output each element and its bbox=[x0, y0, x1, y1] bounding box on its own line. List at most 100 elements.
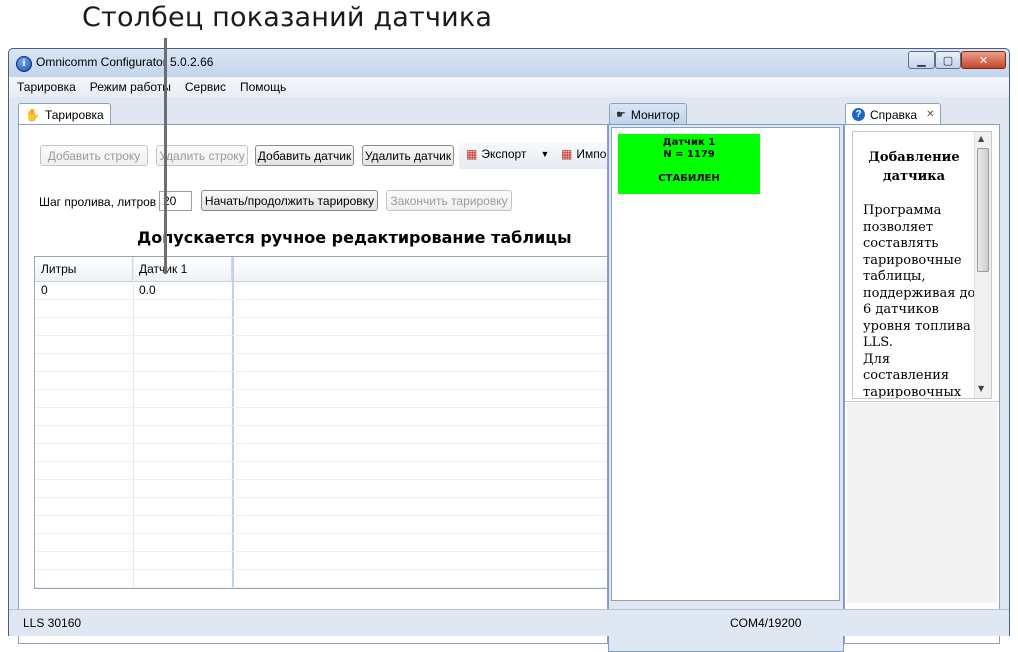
sensor-status-box[interactable]: Датчик 1 N = 1179 СТАБИЛЕН bbox=[618, 134, 760, 194]
calibration-table: Литры Датчик 1 0 0.0 bbox=[34, 256, 607, 589]
step-label: Шаг пролива, литров bbox=[39, 195, 157, 209]
help-line: поддерживая до bbox=[863, 285, 976, 301]
help-title-line-1: Добавление bbox=[868, 150, 960, 165]
table-row-empty bbox=[35, 353, 607, 372]
help-line: таблицы, bbox=[863, 269, 926, 284]
minimize-icon: ▁ bbox=[917, 53, 926, 67]
status-port: COM4/19200 bbox=[730, 616, 802, 630]
table-row-empty bbox=[35, 335, 607, 354]
calibration-panel: Добавить строку Удалить строку Добавить … bbox=[18, 124, 608, 644]
table-row-empty bbox=[35, 425, 607, 444]
help-line: уровня топлива bbox=[863, 318, 971, 334]
help-line: Программа bbox=[863, 203, 942, 218]
import-label: Импо bbox=[576, 147, 607, 161]
monitor-frame: Датчик 1 N = 1179 СТАБИЛЕН bbox=[608, 124, 844, 652]
menu-work-mode[interactable]: Режим работы bbox=[90, 80, 171, 94]
scroll-up-icon[interactable]: ▲ bbox=[978, 134, 984, 143]
close-tab-icon[interactable]: ✕ bbox=[926, 109, 934, 120]
table-row-empty bbox=[35, 443, 607, 462]
help-line: LLS. bbox=[863, 335, 893, 350]
calibration-tab-icon: ✋ bbox=[25, 107, 40, 122]
help-line: Для bbox=[863, 351, 891, 367]
start-calibration-button[interactable]: Начать/продолжить тарировку bbox=[201, 190, 378, 211]
status-device: LLS 30160 bbox=[23, 616, 82, 630]
scroll-thumb[interactable] bbox=[977, 148, 989, 272]
finish-calibration-button[interactable]: Закончить тарировку bbox=[386, 190, 512, 211]
column-header-liters[interactable]: Литры bbox=[35, 257, 133, 281]
help-line: тарировочных bbox=[863, 384, 962, 399]
table-row-empty bbox=[35, 569, 607, 588]
table-row-empty bbox=[35, 551, 607, 570]
sensor-value: N = 1179 bbox=[663, 149, 715, 160]
menu-bar: Тарировка Режим работы Сервис Помощь bbox=[9, 77, 1009, 97]
table-cell-sensor-1[interactable]: 0.0 bbox=[133, 281, 232, 299]
table-row-empty bbox=[35, 515, 607, 534]
help-scrollbar[interactable]: ▲ ▼ bbox=[974, 132, 991, 398]
table-row-empty bbox=[35, 371, 607, 390]
table-row-empty bbox=[35, 479, 607, 498]
app-icon: i bbox=[16, 56, 32, 72]
export-button[interactable]: ▦ Экспорт ▼ bbox=[466, 147, 549, 161]
title-bar[interactable]: i Omnicomm Configurator 5.0.2.66 ▁ ▢ ✕ bbox=[9, 49, 1009, 77]
annotation-pointer-line bbox=[164, 38, 167, 274]
menu-calibration[interactable]: Тарировка bbox=[17, 80, 76, 94]
help-tabstrip: ? Справка ✕ bbox=[845, 101, 1005, 125]
import-button[interactable]: ▦ Импо bbox=[561, 147, 606, 161]
help-body: Программа позволяет составлять тарировоч… bbox=[863, 203, 977, 399]
tab-help[interactable]: ? Справка ✕ bbox=[845, 103, 942, 125]
help-content: Добавление датчика Программа позволяет с… bbox=[852, 131, 992, 399]
tab-help-label: Справка bbox=[870, 107, 918, 122]
close-button[interactable]: ✕ bbox=[961, 51, 1006, 69]
calibration-tabstrip: ✋ Тарировка bbox=[18, 101, 608, 125]
tab-calibration[interactable]: ✋ Тарировка bbox=[18, 103, 111, 125]
help-divider bbox=[845, 401, 999, 402]
table-row-empty bbox=[35, 497, 607, 516]
table-cell-liters[interactable]: 0 bbox=[35, 281, 133, 299]
status-bar: LLS 30160 COM4/19200 bbox=[9, 609, 1009, 636]
add-sensor-button[interactable]: Добавить датчик bbox=[255, 145, 354, 166]
menu-help[interactable]: Помощь bbox=[240, 80, 286, 94]
help-line: 6 датчиков bbox=[863, 302, 939, 317]
table-row[interactable]: 0 0.0 bbox=[35, 281, 607, 300]
table-row-empty bbox=[35, 389, 607, 408]
calendar-icon: ▦ bbox=[466, 147, 478, 161]
help-line: тарировочные bbox=[863, 252, 962, 268]
annotation-caption: Столбец показаний датчика bbox=[82, 2, 493, 33]
help-question-icon: ? bbox=[852, 108, 865, 121]
export-label: Экспорт bbox=[481, 147, 527, 161]
table-heading: Допускается ручное редактирование таблиц… bbox=[137, 228, 572, 247]
table-header: Литры Датчик 1 bbox=[35, 257, 607, 282]
add-row-button[interactable]: Добавить строку bbox=[40, 145, 148, 166]
minimize-button[interactable]: ▁ bbox=[908, 51, 935, 69]
table-row-empty bbox=[35, 317, 607, 336]
tab-calibration-label: Тарировка bbox=[44, 107, 104, 122]
sensor-status: СТАБИЛЕН bbox=[658, 173, 720, 184]
monitor-tabstrip: ☛ Монитор bbox=[609, 101, 843, 125]
maximize-icon: ▢ bbox=[942, 53, 954, 67]
delete-row-button[interactable]: Удалить строку bbox=[156, 145, 248, 166]
monitor-panel: Датчик 1 N = 1179 СТАБИЛЕН bbox=[611, 127, 840, 601]
sensor-name: Датчик 1 bbox=[662, 137, 716, 148]
help-title: Добавление датчика bbox=[853, 148, 975, 186]
scroll-down-icon[interactable]: ▼ bbox=[978, 384, 984, 393]
calendar-import-icon: ▦ bbox=[561, 147, 573, 161]
tab-monitor[interactable]: ☛ Монитор bbox=[609, 103, 687, 125]
delete-sensor-button[interactable]: Удалить датчик bbox=[362, 145, 454, 166]
tab-monitor-label: Монитор bbox=[630, 107, 680, 122]
help-line: позволяет bbox=[863, 219, 934, 235]
help-line: составления bbox=[863, 368, 950, 383]
chevron-down-icon[interactable]: ▼ bbox=[540, 149, 549, 159]
app-window: i Omnicomm Configurator 5.0.2.66 ▁ ▢ ✕ Т… bbox=[8, 48, 1010, 652]
help-line: составлять bbox=[863, 236, 939, 251]
help-title-line-2: датчика bbox=[882, 169, 946, 184]
column-header-sensor-1[interactable]: Датчик 1 bbox=[133, 257, 232, 281]
maximize-button[interactable]: ▢ bbox=[935, 51, 961, 69]
table-row-empty bbox=[35, 407, 607, 426]
help-panel: Добавление датчика Программа позволяет с… bbox=[844, 124, 1000, 644]
window-title: Omnicomm Configurator 5.0.2.66 bbox=[36, 55, 214, 69]
menu-service[interactable]: Сервис bbox=[185, 80, 226, 94]
table-row-empty bbox=[35, 461, 607, 480]
close-icon: ✕ bbox=[978, 53, 989, 67]
table-row-empty bbox=[35, 299, 607, 318]
help-lower-area bbox=[847, 403, 997, 603]
